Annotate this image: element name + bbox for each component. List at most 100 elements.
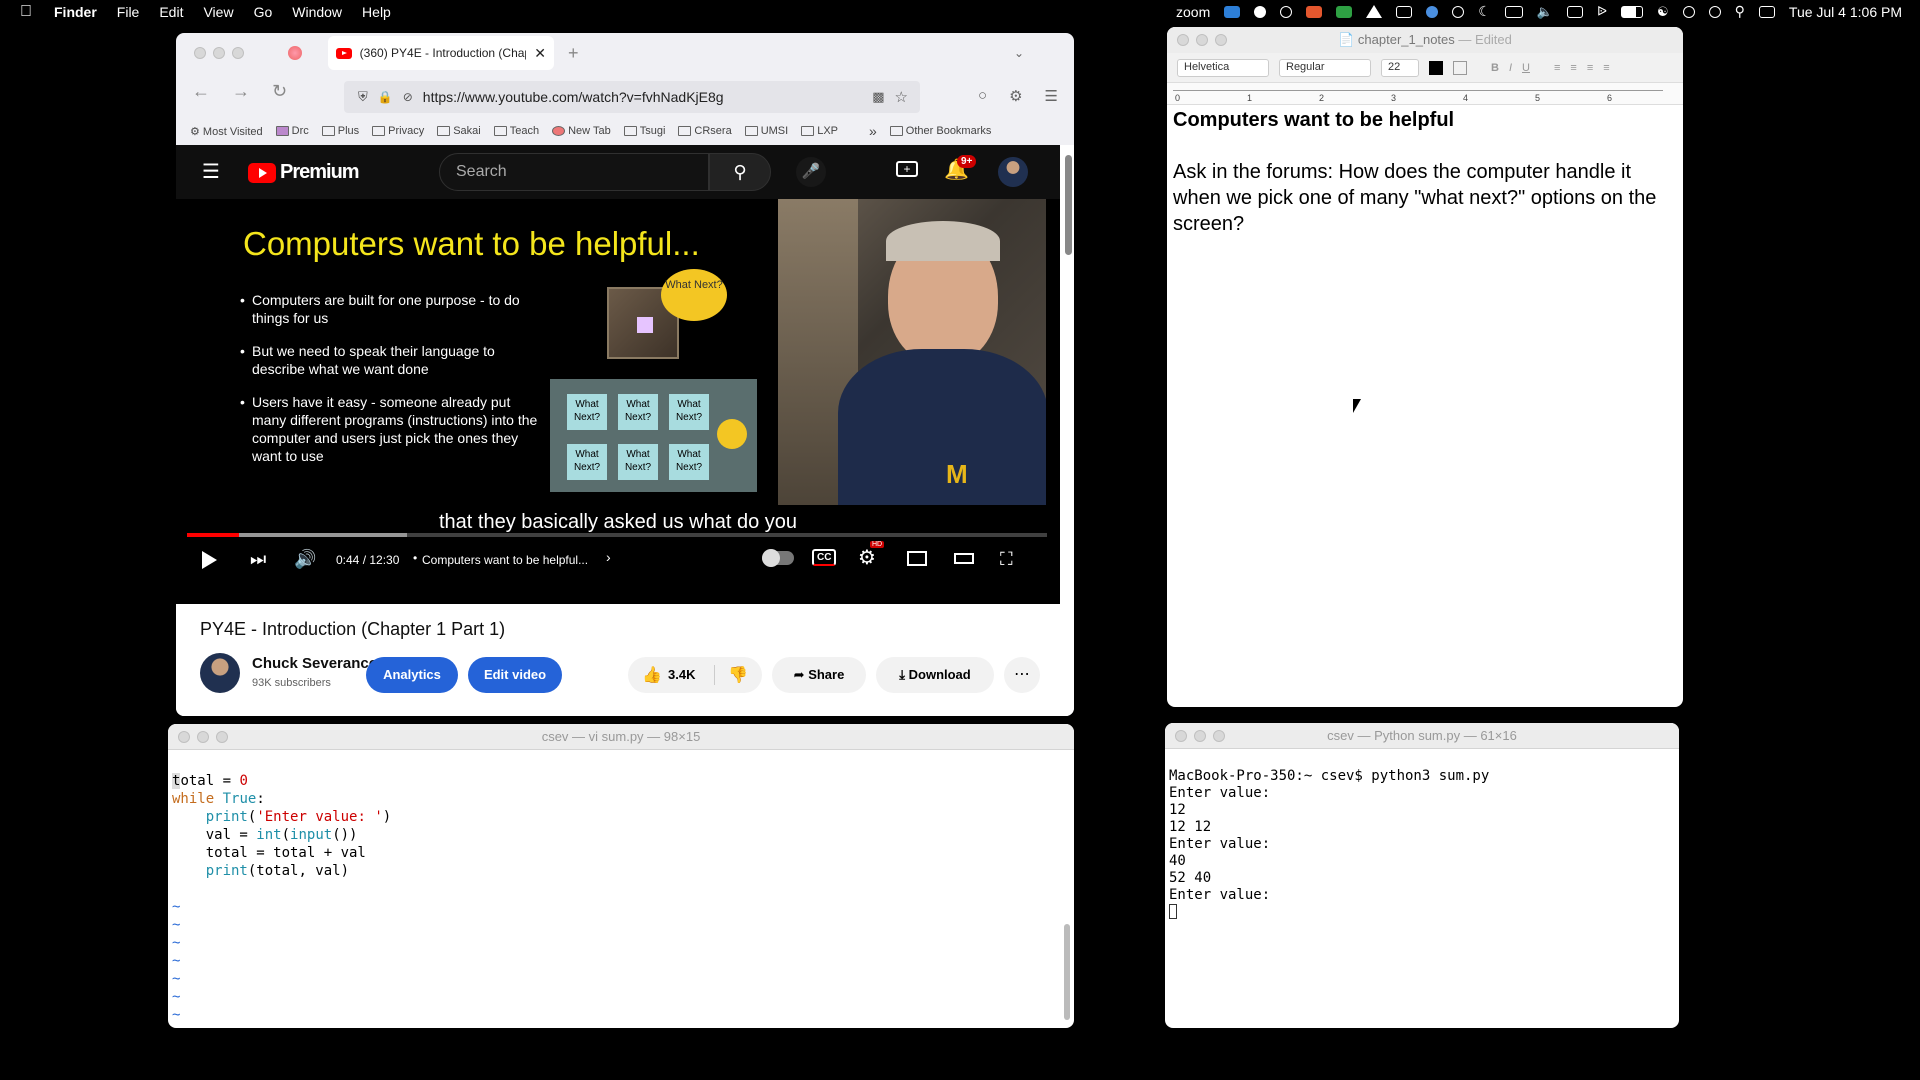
creative-cloud-icon[interactable] [1254, 5, 1267, 18]
bookmark-most-visited[interactable]: ⚙ Most Visited [190, 125, 263, 138]
bluetooth-icon[interactable]: ᐉ [1597, 4, 1607, 20]
bookmark-other[interactable]: Other Bookmarks [889, 125, 991, 137]
captions-button[interactable]: CC [812, 549, 837, 566]
tab-youtube[interactable]: (360) PY4E - Introduction (Chap ✕ [328, 36, 554, 70]
download-button[interactable]: ⤓ Download [876, 657, 994, 693]
status-red-app-icon[interactable] [1306, 5, 1323, 18]
bold-button[interactable]: B [1491, 62, 1499, 74]
vi-editor[interactable]: total = 0 while True: print('Enter value… [168, 750, 1074, 1028]
back-icon[interactable]: ← [192, 81, 210, 102]
font-family-select[interactable]: Helvetica [1177, 58, 1269, 77]
drive-icon[interactable] [1366, 5, 1383, 18]
chapter-chevron-icon[interactable]: › [606, 549, 611, 565]
screen-mirror-icon[interactable] [1566, 5, 1583, 18]
progress-track[interactable] [187, 533, 1047, 537]
analytics-button[interactable]: Analytics [366, 657, 458, 693]
channel-avatar[interactable] [200, 653, 240, 693]
align-center-icon[interactable]: ≡ [1570, 62, 1576, 74]
battery-icon[interactable] [1620, 5, 1643, 18]
more-actions-button[interactable]: ⋯ [1004, 657, 1040, 693]
extensions-icon[interactable]: ⚙ [1009, 87, 1022, 105]
url-bar[interactable]: ⛨ 🔒 ⊘ https://www.youtube.com/watch?v=fv… [344, 81, 920, 113]
bookmark-drc[interactable]: Drc [275, 125, 309, 137]
globe-icon[interactable] [1280, 5, 1293, 18]
font-size-select[interactable]: 22 [1381, 58, 1419, 77]
account-avatar[interactable] [998, 157, 1028, 187]
page-scrollbar[interactable] [1065, 155, 1072, 255]
edit-video-button[interactable]: Edit video [468, 657, 562, 693]
volume-button[interactable]: 🔊 [294, 549, 316, 570]
create-video-icon[interactable]: + [896, 161, 918, 177]
play-button[interactable] [202, 551, 217, 569]
control-center-icon[interactable] [1758, 5, 1775, 18]
next-button[interactable]: ⏭ [250, 549, 266, 570]
search-button[interactable]: ⚲ [709, 153, 771, 191]
bookmark-umsi[interactable]: UMSI [744, 125, 788, 137]
bookmark-privacy[interactable]: Privacy [372, 125, 424, 137]
menu-app-name[interactable]: Finder [54, 4, 97, 20]
menu-window[interactable]: Window [292, 4, 342, 20]
moon-icon[interactable]: ☾ [1478, 3, 1491, 20]
more-bookmarks-icon[interactable]: » [869, 123, 877, 139]
close-window-button[interactable] [194, 47, 206, 59]
align-right-icon[interactable]: ≡ [1587, 62, 1593, 74]
url-text[interactable]: https://www.youtube.com/watch?v=fvhNadKj… [423, 89, 724, 105]
menu-clock[interactable]: Tue Jul 4 1:06 PM [1789, 4, 1902, 20]
menu-go[interactable]: Go [254, 4, 273, 20]
permissions-icon[interactable]: ⊘ [403, 90, 413, 104]
font-style-select[interactable]: Regular [1279, 58, 1371, 77]
video-player[interactable]: Computers want to be helpful... • Compute… [176, 199, 1060, 604]
like-count[interactable]: 3.4K [668, 667, 695, 682]
spotlight-search-icon[interactable]: ⚲ [1735, 3, 1745, 20]
keyboard-icon[interactable] [1504, 5, 1523, 18]
user-icon[interactable] [1682, 5, 1695, 18]
status-green-app-icon[interactable] [1336, 5, 1353, 18]
ruler[interactable]: 0 1 2 3 4 5 6 [1167, 83, 1683, 105]
italic-button[interactable]: I [1509, 62, 1512, 74]
wifi-icon[interactable]: ☯ [1657, 4, 1669, 20]
vi-scrollbar[interactable] [1064, 924, 1070, 1020]
forward-icon[interactable]: → [232, 81, 250, 102]
display-icon[interactable] [1396, 5, 1413, 18]
lock-icon[interactable]: 🔒 [378, 90, 393, 104]
bookmark-crsera[interactable]: CRsera [678, 125, 732, 137]
bookmark-tsugi[interactable]: Tsugi [623, 125, 665, 137]
channel-name[interactable]: Chuck Severance [252, 655, 377, 672]
hamburger-menu-icon[interactable]: ☰ [202, 159, 220, 184]
close-tab-icon[interactable]: ✕ [534, 45, 546, 62]
apple-menu-icon[interactable]:  [20, 3, 32, 21]
vpn-icon[interactable] [1426, 5, 1439, 18]
shield-icon[interactable]: ⛨ [358, 89, 368, 105]
reload-icon[interactable]: ↻ [272, 81, 287, 102]
share-button[interactable]: ➦ Share [772, 657, 866, 693]
highlight-color-swatch[interactable] [1453, 60, 1467, 75]
youtube-logo[interactable]: Premium [248, 161, 360, 184]
play-icon[interactable] [1452, 5, 1465, 18]
theater-mode-icon[interactable] [954, 553, 974, 564]
menu-help[interactable]: Help [362, 4, 391, 20]
picture-in-picture-icon[interactable]: ▩ [872, 89, 884, 105]
volume-icon[interactable]: 🔈 [1537, 4, 1553, 20]
settings-gear-icon[interactable]: ⚙ [858, 545, 876, 570]
terminal-output[interactable]: MacBook-Pro-350:~ csev$ python3 sum.py En… [1165, 749, 1679, 921]
bookmark-plus[interactable]: Plus [321, 125, 359, 137]
youtube-search-box[interactable]: Search [439, 153, 709, 191]
bookmark-lxp[interactable]: LXP [801, 125, 838, 137]
bookmark-teach[interactable]: Teach [493, 125, 539, 137]
bookmark-new-tab[interactable]: New Tab [552, 125, 611, 137]
notes-document[interactable]: Computers want to be helpful Ask in the … [1167, 105, 1683, 239]
dislike-icon[interactable]: 👎 [728, 665, 748, 685]
autoplay-toggle[interactable] [762, 549, 794, 567]
menu-view[interactable]: View [203, 4, 233, 20]
clock-icon[interactable] [1708, 5, 1721, 18]
microphone-icon[interactable]: 🎤 [796, 157, 826, 187]
zoom-status-label[interactable]: zoom [1176, 4, 1210, 20]
justify-icon[interactable]: ≡ [1603, 62, 1609, 74]
bookmark-sakai[interactable]: Sakai [437, 125, 481, 137]
menu-edit[interactable]: Edit [159, 4, 183, 20]
minimize-window-button[interactable] [213, 47, 225, 59]
status-app-icon[interactable] [1224, 5, 1241, 18]
bookmark-star-icon[interactable]: ☆ [895, 88, 908, 106]
fullscreen-icon[interactable]: ⛶ [1000, 549, 1013, 570]
miniplayer-icon[interactable] [907, 551, 927, 566]
